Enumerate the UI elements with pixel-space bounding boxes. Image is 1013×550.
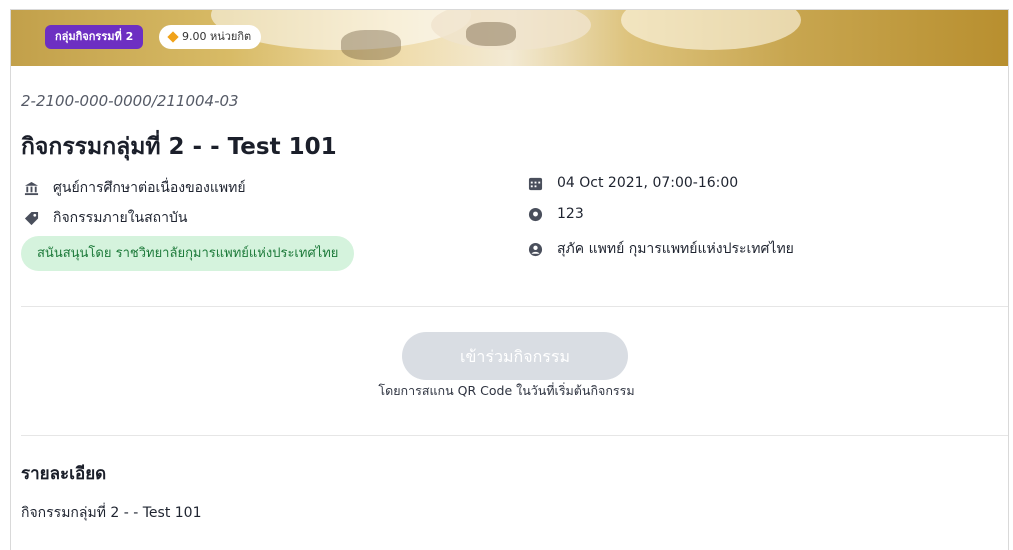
details-heading: รายละเอียด bbox=[21, 464, 107, 484]
activity-group-badge: กลุ่มกิจกรรมที่ 2 bbox=[45, 25, 144, 49]
user-circle-icon bbox=[527, 241, 543, 257]
join-note: โดยการสแกน QR Code ในวันที่เริ่มต้นกิจกร… bbox=[378, 383, 635, 398]
category-row: กิจกรรมภายในสถาบัน bbox=[23, 207, 187, 229]
divider bbox=[21, 435, 1008, 436]
category-label: กิจกรรมภายในสถาบัน bbox=[53, 210, 188, 226]
activity-code: 2-2100-000-0000/211004-03 bbox=[21, 92, 239, 110]
organizer-label: ศูนย์การศึกษาต่อเนื่องของแพทย์ bbox=[53, 180, 246, 196]
calendar-icon bbox=[527, 175, 543, 191]
diamond-icon bbox=[167, 31, 179, 43]
details-body: กิจกรรมกลุ่มที่ 2 - - Test 101 bbox=[21, 505, 202, 521]
credit-label: 9.00 หน่วยกิต bbox=[182, 30, 252, 43]
activity-title: กิจกรรมกลุ่มที่ 2 - - Test 101 bbox=[21, 134, 337, 160]
location-row: 123 bbox=[527, 206, 584, 222]
join-activity-button[interactable]: เข้าร่วมกิจกรรม bbox=[402, 332, 628, 380]
datetime-label: 04 Oct 2021, 07:00-16:00 bbox=[557, 175, 739, 191]
credit-badge: 9.00 หน่วยกิต bbox=[159, 25, 262, 49]
speaker-row: สุภัค แพทย์ กุมารแพทย์แห่งประเทศไทย bbox=[527, 238, 794, 260]
sponsor-badge: สนันสนุนโดย ราชวิทยาลัยกุมารแพทย์แห่งประ… bbox=[21, 236, 355, 271]
divider bbox=[21, 306, 1008, 307]
activity-card: กลุ่มกิจกรรมที่ 2 9.00 หน่วยกิต 2-2100-0… bbox=[10, 9, 1009, 550]
activity-banner: กลุ่มกิจกรรมที่ 2 9.00 หน่วยกิต bbox=[11, 10, 1008, 66]
speaker-label: สุภัค แพทย์ กุมารแพทย์แห่งประเทศไทย bbox=[557, 241, 794, 257]
tag-icon bbox=[23, 210, 39, 226]
location-label: 123 bbox=[557, 206, 584, 222]
institution-icon bbox=[23, 180, 39, 196]
location-pin-icon bbox=[527, 206, 543, 222]
datetime-row: 04 Oct 2021, 07:00-16:00 bbox=[527, 175, 738, 191]
organizer-row: ศูนย์การศึกษาต่อเนื่องของแพทย์ bbox=[23, 177, 246, 199]
